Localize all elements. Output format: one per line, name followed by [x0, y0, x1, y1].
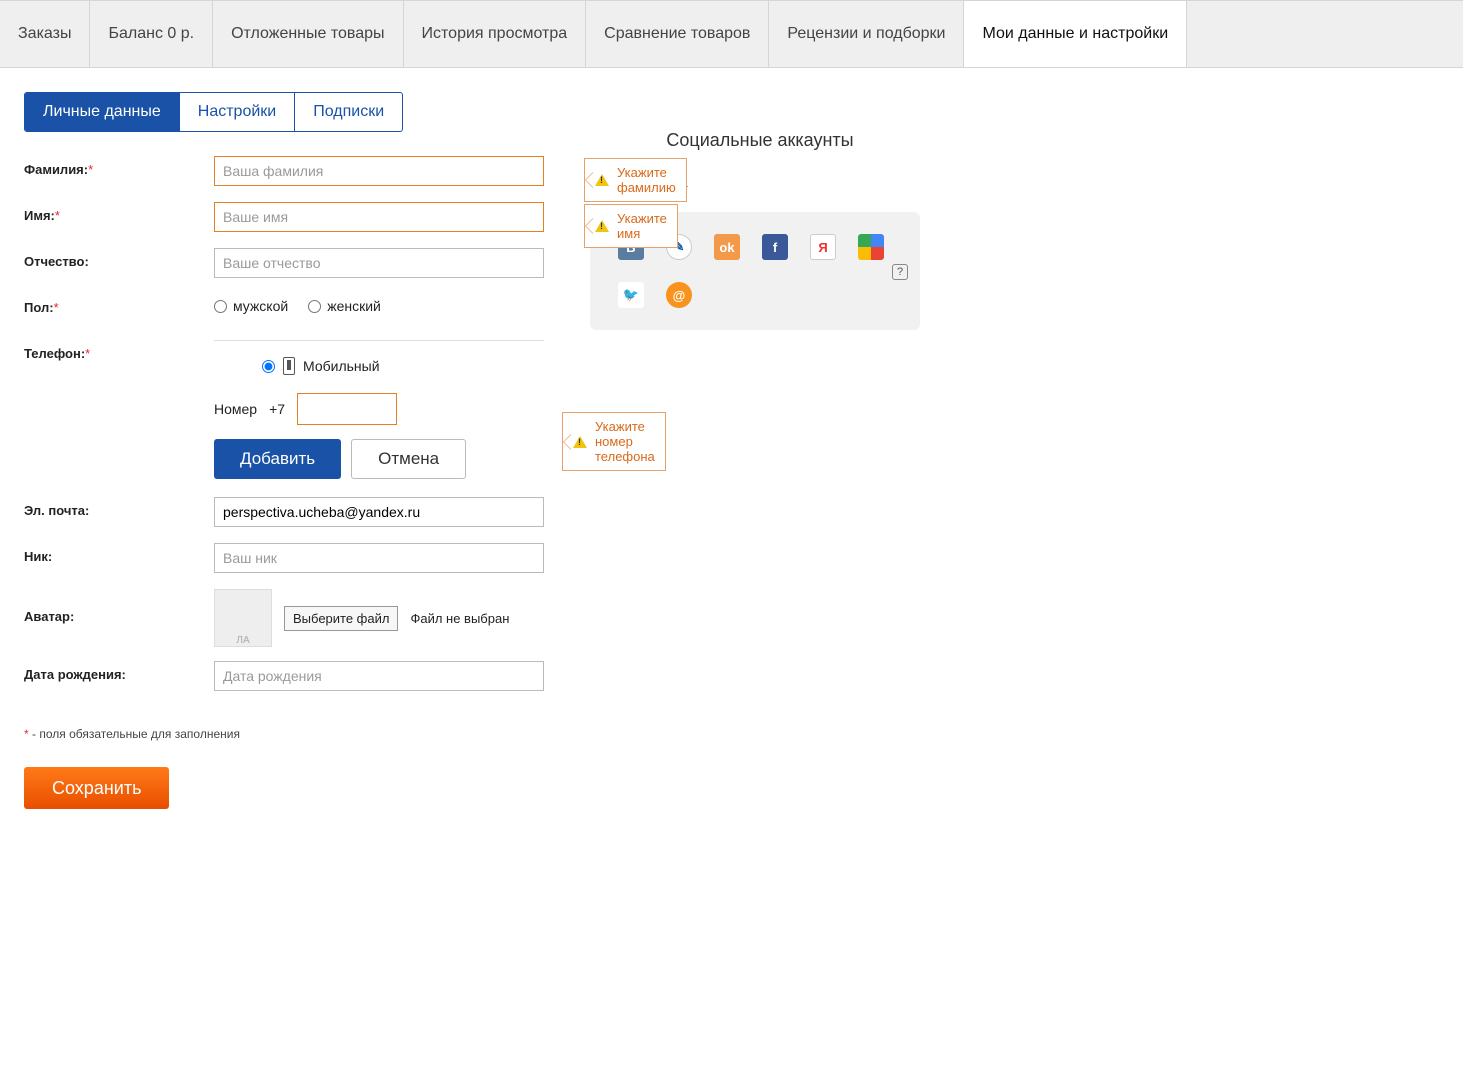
avatar-file-status: Файл не выбран — [410, 611, 509, 626]
phone-type-mobile-radio[interactable] — [262, 360, 275, 373]
nick-input[interactable] — [214, 543, 544, 573]
label-middlename: Отчество: — [24, 248, 214, 269]
google-icon[interactable] — [858, 234, 884, 260]
personal-form: Фамилия:* Укажите фамилию Имя:* Укажите … — [24, 156, 584, 809]
label-dob: Дата рождения: — [24, 661, 214, 682]
label-email: Эл. почта: — [24, 497, 214, 518]
warning-icon — [595, 220, 609, 232]
phone-cancel-button[interactable]: Отмена — [351, 439, 466, 479]
sub-tabs: Личные данные Настройки Подписки — [24, 92, 403, 132]
avatar-placeholder: ЛА — [214, 589, 272, 647]
social-subtitle-fragment: каунт — [650, 181, 930, 198]
nav-orders[interactable]: Заказы — [0, 1, 90, 67]
label-phone: Телефон:* — [24, 340, 214, 361]
phone-prefix: +7 — [269, 401, 285, 417]
mobile-phone-icon — [283, 357, 295, 375]
error-phone: Укажите номер телефона — [562, 412, 666, 471]
label-firstname: Имя:* — [24, 202, 214, 223]
warning-icon — [573, 436, 587, 448]
twitter-icon[interactable]: 🐦 — [618, 282, 644, 308]
label-gender: Пол:* — [24, 294, 214, 315]
save-button[interactable]: Сохранить — [24, 767, 169, 809]
odnoklassniki-icon[interactable]: ok — [714, 234, 740, 260]
error-firstname: Укажите имя — [584, 204, 678, 248]
nav-reviews[interactable]: Рецензии и подборки — [769, 1, 964, 67]
gender-male-option[interactable]: мужской — [214, 298, 288, 314]
label-lastname: Фамилия:* — [24, 156, 214, 177]
mailru-icon[interactable]: @ — [666, 282, 692, 308]
nav-mydata[interactable]: Мои данные и настройки — [964, 1, 1187, 67]
warning-icon — [595, 174, 609, 186]
phone-add-button[interactable]: Добавить — [214, 439, 341, 479]
social-title: Социальные аккаунты — [590, 130, 930, 151]
error-lastname: Укажите фамилию — [584, 158, 687, 202]
nav-deferred[interactable]: Отложенные товары — [213, 1, 403, 67]
phone-number-label: Номер — [214, 401, 257, 417]
nav-balance[interactable]: Баланс 0 р. — [90, 1, 213, 67]
email-input[interactable] — [214, 497, 544, 527]
firstname-input[interactable] — [214, 202, 544, 232]
yandex-icon[interactable]: Я — [810, 234, 836, 260]
phone-type-mobile-label: Мобильный — [303, 358, 380, 374]
avatar-choose-file-button[interactable]: Выберите файл — [284, 606, 398, 631]
dob-input[interactable] — [214, 661, 544, 691]
top-nav: Заказы Баланс 0 р. Отложенные товары Ист… — [0, 0, 1463, 68]
tab-settings[interactable]: Настройки — [180, 93, 295, 131]
label-nick: Ник: — [24, 543, 214, 564]
required-note: * - поля обязательные для заполнения — [24, 727, 584, 741]
lastname-input[interactable] — [214, 156, 544, 186]
help-icon[interactable]: ? — [892, 264, 908, 280]
facebook-icon[interactable]: f — [762, 234, 788, 260]
nav-compare[interactable]: Сравнение товаров — [586, 1, 769, 67]
tab-personal[interactable]: Личные данные — [25, 93, 180, 131]
phone-number-input[interactable] — [297, 393, 397, 425]
label-avatar: Аватар: — [24, 589, 214, 624]
gender-female-option[interactable]: женский — [308, 298, 381, 314]
gender-male-radio[interactable] — [214, 300, 227, 313]
gender-female-radio[interactable] — [308, 300, 321, 313]
nav-history[interactable]: История просмотра — [404, 1, 587, 67]
middlename-input[interactable] — [214, 248, 544, 278]
tab-subs[interactable]: Подписки — [295, 93, 402, 131]
